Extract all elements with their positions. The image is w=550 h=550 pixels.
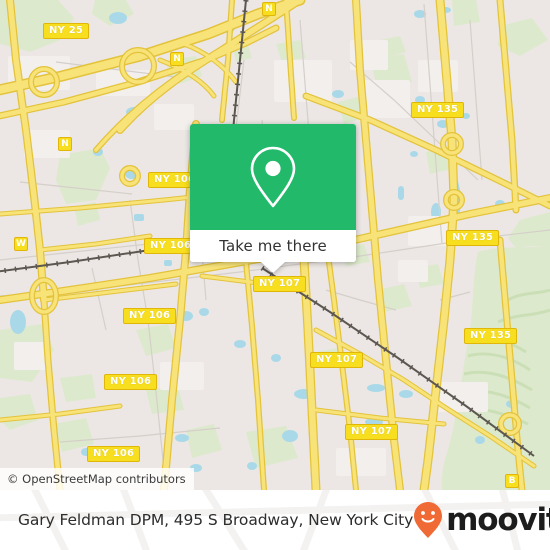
route-shield: NY 106 xyxy=(87,446,141,462)
callout-body: Take me there xyxy=(190,124,356,262)
route-shield: NY 135 xyxy=(411,102,465,118)
station-marker[interactable]: N xyxy=(262,2,276,16)
station-marker[interactable]: B xyxy=(505,474,519,488)
moovit-logo[interactable]: moovit xyxy=(413,501,550,539)
route-shield: NY 107 xyxy=(345,424,399,440)
callout-hero xyxy=(190,124,356,230)
destination-callout[interactable]: Take me there xyxy=(190,124,356,273)
footer-bar: Gary Feldman DPM, 495 S Broadway, New Yo… xyxy=(0,490,550,550)
openstreetmap-attribution[interactable]: © OpenStreetMap contributors xyxy=(0,468,194,490)
station-marker[interactable]: N xyxy=(170,52,184,66)
route-shield: NY 106 xyxy=(104,374,158,390)
route-shield: NY 107 xyxy=(310,352,364,368)
moovit-wordmark: moovit xyxy=(446,501,550,538)
map-canvas[interactable]: NY 25 NY 135 NY 106 NY 106 NY 135 NY 107 NY 10… xyxy=(0,0,550,490)
take-me-there-button[interactable]: Take me there xyxy=(190,230,356,262)
place-caption: Gary Feldman DPM, 495 S Broadway, New Yo… xyxy=(18,511,414,529)
map-pin-icon xyxy=(250,146,296,208)
station-marker[interactable]: W xyxy=(14,237,28,251)
station-marker[interactable]: N xyxy=(58,137,72,151)
route-shield: NY 25 xyxy=(43,23,90,39)
moovit-pin-smiley-icon xyxy=(414,502,443,538)
route-shield: NY 106 xyxy=(123,308,177,324)
route-shield: NY 135 xyxy=(446,230,500,246)
callout-tail xyxy=(261,262,285,273)
route-shield: NY 135 xyxy=(464,328,518,344)
moovit-map-screenshot: NY 25 NY 135 NY 106 NY 106 NY 135 NY 107 NY 10… xyxy=(0,0,550,550)
route-shield: NY 107 xyxy=(253,276,307,292)
